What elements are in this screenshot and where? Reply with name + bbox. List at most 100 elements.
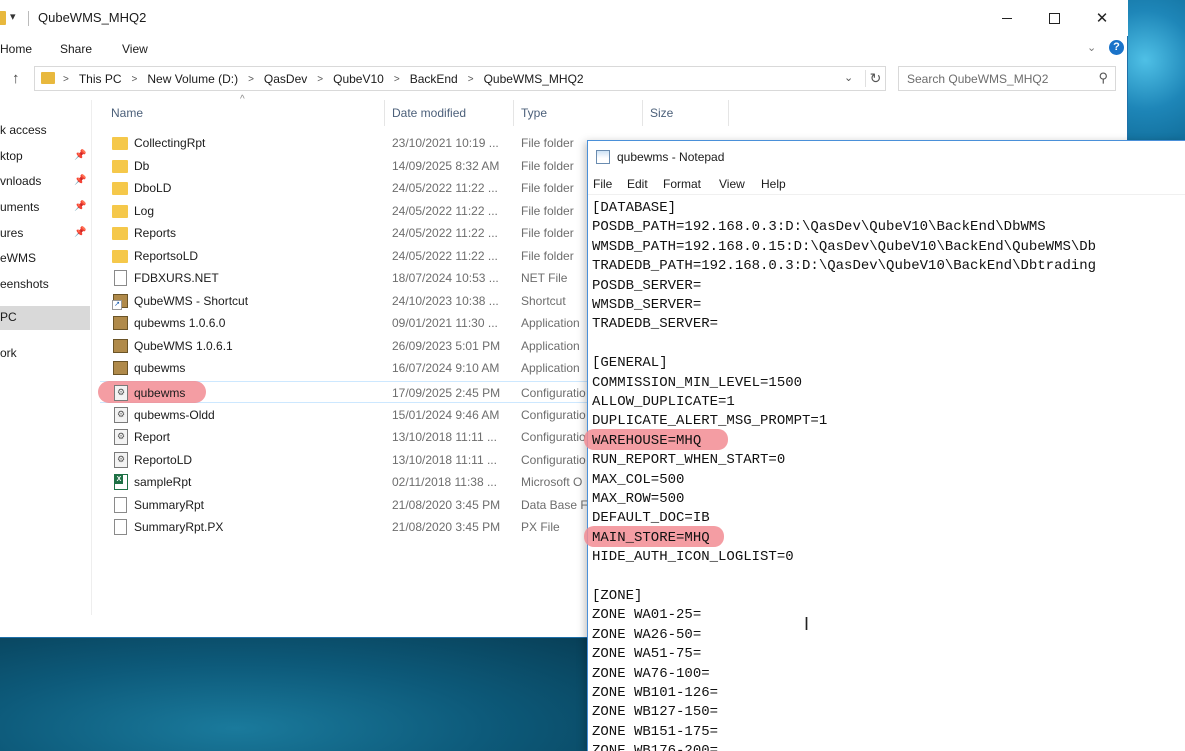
app-icon — [113, 361, 128, 375]
chevron-right-icon[interactable]: > — [132, 74, 138, 85]
nav-item-label: vnloads — [0, 174, 42, 188]
text-line: WMSDB_PATH=192.168.0.15:D:\QasDev\QubeV1… — [592, 238, 1097, 255]
file-date: 18/07/2024 10:53 ... — [392, 271, 499, 285]
help-icon[interactable]: ? — [1109, 40, 1124, 55]
file-name: ReportsoLD — [134, 248, 199, 263]
search-input[interactable]: Search QubeWMS_MHQ2 ⚲ — [898, 66, 1116, 91]
chevron-right-icon[interactable]: > — [63, 74, 69, 85]
search-placeholder: Search QubeWMS_MHQ2 — [907, 72, 1049, 86]
breadcrumb-item[interactable]: This PC — [79, 72, 122, 86]
nav-item-qubewms[interactable]: eWMS — [0, 247, 90, 271]
file-type: Configuratio — [521, 386, 586, 400]
file-name: qubewms 1.0.6.0 — [134, 316, 226, 330]
text-line: DEFAULT_DOC=IB — [592, 510, 710, 527]
text-line-highlighted: WAREHOUSE=MHQ — [592, 432, 702, 449]
quick-access-toolbar-dropdown[interactable]: ▾ — [10, 10, 16, 23]
tab-home[interactable]: Home — [0, 42, 32, 56]
refresh-icon[interactable]: ↻ — [865, 70, 885, 87]
pin-icon: 📌 — [74, 201, 87, 212]
file-type: File folder — [521, 203, 574, 218]
maximize-icon — [1048, 12, 1060, 24]
navigation-pane: k access ktop 📌 vnloads 📌 uments 📌 ures 📌 eW… — [0, 100, 92, 615]
address-bar[interactable]: > This PC > New Volume (D:) > QasDev > Q… — [34, 66, 886, 91]
nav-item-desktop[interactable]: ktop 📌 — [0, 145, 90, 169]
nav-item-label: eWMS — [0, 251, 36, 265]
file-name: DboLD — [134, 181, 172, 195]
breadcrumb-item[interactable]: New Volume (D:) — [147, 72, 238, 86]
chevron-right-icon[interactable]: > — [394, 74, 400, 85]
up-arrow-icon[interactable]: ↑ — [12, 70, 20, 87]
folder-icon — [112, 249, 128, 263]
search-icon[interactable]: ⚲ — [1098, 70, 1108, 86]
excel-icon — [114, 474, 128, 490]
notepad-menu-bar: File Edit Format View Help — [588, 173, 1185, 195]
app-icon — [113, 316, 128, 330]
nav-item-documents[interactable]: uments 📌 — [0, 196, 90, 220]
menu-format[interactable]: Format — [663, 177, 701, 191]
file-name: SummaryRpt.PX — [134, 520, 224, 534]
text-line: ZONE WB176-200= — [592, 742, 718, 751]
column-divider[interactable] — [642, 100, 643, 126]
text-line: TRADEDB_SERVER= — [592, 316, 719, 333]
breadcrumb-item[interactable]: QubeV10 — [333, 72, 384, 86]
text-line: ZONE WB101-126= — [592, 685, 719, 701]
menu-file[interactable]: File — [593, 177, 612, 191]
file-type: File folder — [521, 248, 574, 263]
expand-ribbon-icon[interactable]: ⌄ — [1087, 41, 1096, 54]
breadcrumb-item[interactable]: QasDev — [264, 72, 307, 86]
folder-icon — [0, 11, 6, 25]
nav-item-network[interactable]: ork — [0, 342, 90, 366]
menu-help[interactable]: Help — [761, 177, 786, 191]
column-header-size[interactable]: Size — [650, 98, 673, 128]
breadcrumb-item[interactable]: BackEnd — [410, 72, 458, 86]
chevron-down-icon[interactable]: ⌄ — [844, 71, 853, 84]
file-name: Reports — [134, 226, 177, 240]
nav-item-downloads[interactable]: vnloads 📌 — [0, 170, 90, 194]
chevron-right-icon[interactable]: > — [468, 74, 474, 85]
notepad-title: qubewms - Notepad — [617, 150, 725, 164]
maximize-button[interactable] — [1031, 0, 1077, 36]
file-icon — [114, 496, 127, 513]
text-line: WMSDB_SERVER= — [592, 297, 702, 313]
file-name: qubewms — [134, 361, 186, 375]
chevron-right-icon[interactable]: > — [248, 74, 254, 85]
config-file-icon — [114, 429, 128, 445]
nav-item-this-pc[interactable]: PC — [0, 306, 90, 330]
nav-item-screenshots[interactable]: eenshots — [0, 273, 90, 297]
notepad-window: qubewms - Notepad File Edit Format View … — [584, 140, 1185, 751]
column-divider[interactable] — [728, 100, 729, 126]
column-divider[interactable] — [384, 100, 385, 126]
notepad-text-area[interactable]: [DATABASE] POSDB_PATH=192.168.0.3:D:\Qas… — [584, 199, 1185, 751]
menu-edit[interactable]: Edit — [627, 177, 648, 191]
nav-item-pictures[interactable]: ures 📌 — [0, 222, 90, 246]
column-header-date-modified[interactable]: Date modified — [392, 98, 466, 128]
column-header-name[interactable]: Name — [111, 98, 143, 128]
text-line: ZONE WB151-175= — [592, 723, 719, 740]
file-date: 24/10/2023 10:38 ... — [392, 293, 499, 308]
minimize-button[interactable] — [984, 0, 1030, 36]
file-date: 23/10/2021 10:19 ... — [392, 136, 499, 150]
app-icon — [113, 338, 128, 353]
window-title: QubeWMS_MHQ2 — [38, 10, 147, 25]
breadcrumb-item[interactable]: QubeWMS_MHQ2 — [484, 72, 584, 86]
nav-item-quick-access[interactable]: k access — [0, 119, 90, 143]
file-name: Report — [134, 430, 171, 444]
close-button[interactable]: ✕ — [1079, 0, 1125, 36]
file-name: FDBXURS.NET — [134, 271, 219, 285]
file-name: qubewms — [134, 386, 186, 400]
tab-share[interactable]: Share — [60, 42, 92, 56]
file-type: Application — [521, 361, 580, 375]
divider — [28, 11, 29, 26]
tab-view[interactable]: View — [122, 42, 148, 56]
text-line: MAX_COL=500 — [592, 471, 685, 488]
column-header-type[interactable]: Type — [521, 98, 547, 128]
chevron-right-icon[interactable]: > — [317, 74, 323, 85]
menu-view[interactable]: View — [719, 177, 745, 191]
column-divider[interactable] — [513, 100, 514, 126]
text-line: HIDE_AUTH_ICON_LOGLIST=0 — [592, 549, 794, 566]
text-line: ALLOW_DUPLICATE=1 — [592, 394, 735, 410]
shortcut-icon — [112, 293, 128, 310]
file-type: File folder — [521, 158, 574, 173]
file-name: qubewms-Oldd — [134, 407, 215, 422]
file-date: 26/09/2023 5:01 PM — [392, 338, 501, 353]
